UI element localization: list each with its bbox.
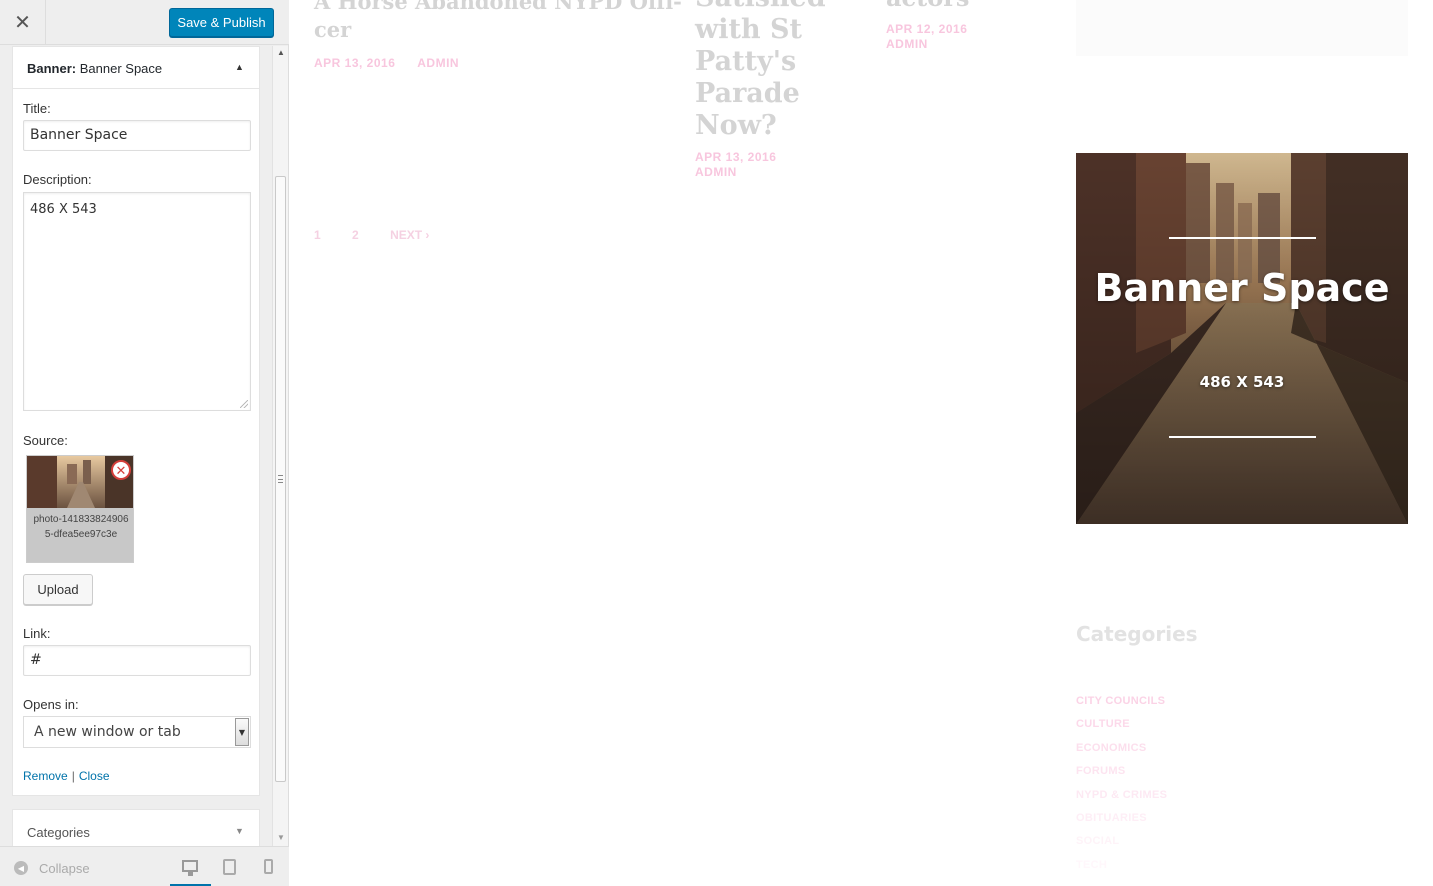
mobile-preview-icon[interactable] xyxy=(264,859,273,874)
sidebar-widget-box xyxy=(1076,0,1408,56)
banner-widget[interactable]: Banner Space 486 X 543 xyxy=(1076,153,1408,524)
post-title-line: Now? xyxy=(695,110,777,141)
widget-header[interactable]: Banner: Banner Space ▲ xyxy=(13,47,259,89)
upload-button[interactable]: Upload xyxy=(23,574,93,605)
expand-arrow-icon[interactable]: ▼ xyxy=(235,826,244,836)
source-filename: photo-1418338249065-dfea5ee97c3e xyxy=(33,514,129,540)
page-1-link[interactable]: 1 xyxy=(314,228,321,242)
scrollbar-thumb[interactable] xyxy=(275,176,286,782)
opens-in-label: Opens in: xyxy=(23,697,79,712)
post-meta: APR 12, 2016 ADMIN xyxy=(886,22,967,52)
category-link[interactable]: SOCIAL xyxy=(1076,830,1167,853)
categories-widget-header[interactable]: Categories ▼ xyxy=(12,809,260,846)
post-title[interactable]: Satisfied with St Patty's Parade Now? xyxy=(695,0,826,142)
sidebar-scroll-area: Banner: Banner Space ▲ Title: Banner Spa… xyxy=(0,46,272,846)
post-title-line: actors xyxy=(886,0,969,12)
post-date[interactable]: APR 13, 2016 xyxy=(695,150,776,165)
post-title-line: cer xyxy=(314,17,352,42)
post-meta: APR 13, 2016 ADMIN xyxy=(695,150,776,180)
category-link[interactable]: NYPD & CRIMES xyxy=(1076,784,1167,807)
collapse-arrow-icon[interactable]: ▲ xyxy=(235,62,244,72)
banner-subtitle: 486 X 543 xyxy=(1199,373,1285,391)
categories-list: CITY COUNCILS CULTURE ECONOMICS FORUMS N… xyxy=(1076,690,1167,877)
categories-heading: Categories xyxy=(1076,622,1198,646)
description-label: Description: xyxy=(23,172,92,187)
next-page-link[interactable]: NEXT › xyxy=(390,228,429,242)
widget-actions: Remove | Close xyxy=(23,769,110,783)
category-link[interactable]: FORUMS xyxy=(1076,760,1167,783)
banner-divider-bottom xyxy=(1169,436,1316,438)
category-link[interactable]: TECH xyxy=(1076,854,1167,877)
chevron-down-icon[interactable]: ▼ xyxy=(235,718,249,746)
banner-title: Banner Space xyxy=(1094,266,1390,310)
description-textarea[interactable]: 486 X 543 xyxy=(23,192,251,411)
widget-type-label: Banner: xyxy=(27,61,77,76)
title-label: Title: xyxy=(23,101,51,116)
close-widget-link[interactable]: Close xyxy=(79,769,110,783)
collapse-button[interactable]: Collapse xyxy=(39,861,90,876)
separator: | xyxy=(71,769,75,783)
category-link[interactable]: CITY COUNCILS xyxy=(1076,690,1167,713)
desktop-preview-icon[interactable] xyxy=(182,860,198,876)
post-meta: APR 13, 2016 ADMIN xyxy=(314,56,459,70)
post-title[interactable]: A Horse Abandoned NYPD Offi- cer xyxy=(314,0,682,44)
scroll-up-arrow-icon[interactable]: ▲ xyxy=(277,48,285,57)
post-date[interactable]: APR 13, 2016 xyxy=(314,56,395,70)
save-publish-button[interactable]: Save & Publish xyxy=(169,8,274,37)
widget-name-label: Banner Space xyxy=(79,61,163,76)
customizer-sidebar: ✕ Save & Publish Banner: Banner Space ▲ … xyxy=(0,0,289,886)
link-label: Link: xyxy=(23,626,51,641)
widget-title: Banner: Banner Space xyxy=(27,61,162,76)
scroll-down-arrow-icon[interactable]: ▼ xyxy=(277,833,285,842)
sidebar-footer: ◀ Collapse xyxy=(0,846,289,886)
source-image-thumbnail[interactable]: photo-1418338249065-dfea5ee97c3e ✕ xyxy=(26,455,134,563)
resize-handle-icon[interactable] xyxy=(240,400,248,408)
category-link[interactable]: OBITUARIES xyxy=(1076,807,1167,830)
sidebar-header: ✕ Save & Publish xyxy=(0,0,289,45)
scroll-grip-icon xyxy=(278,475,283,483)
close-customizer-button[interactable]: ✕ xyxy=(0,0,46,45)
opens-in-value: A new window or tab xyxy=(34,724,181,740)
page-2-link[interactable]: 2 xyxy=(352,228,359,242)
post-author[interactable]: ADMIN xyxy=(695,165,776,180)
post-title-line: A Horse Abandoned NYPD Offi- xyxy=(314,0,682,14)
post-date[interactable]: APR 12, 2016 xyxy=(886,22,967,37)
sidebar-scrollbar[interactable]: ▲ ▼ xyxy=(272,46,288,846)
category-link[interactable]: ECONOMICS xyxy=(1076,737,1167,760)
description-text: 486 X 543 xyxy=(30,202,97,217)
source-label: Source: xyxy=(23,433,68,448)
banner-widget-panel: Banner: Banner Space ▲ Title: Banner Spa… xyxy=(12,46,260,796)
post-title[interactable]: actors xyxy=(886,0,969,12)
banner-divider-top xyxy=(1169,237,1316,239)
post-title-line: Satisfied xyxy=(695,0,826,14)
close-icon: ✕ xyxy=(14,12,31,34)
post-title-line: with St xyxy=(695,14,802,45)
opens-in-select[interactable]: A new window or tab ▼ xyxy=(23,716,251,748)
title-field[interactable]: Banner Space xyxy=(23,120,251,151)
post-author[interactable]: ADMIN xyxy=(417,56,459,70)
tablet-preview-icon[interactable] xyxy=(223,859,236,875)
collapse-icon[interactable]: ◀ xyxy=(14,861,28,875)
categories-widget-label: Categories xyxy=(27,825,90,840)
pagination: 1 2 NEXT › xyxy=(314,228,457,242)
post-title-line: Parade xyxy=(695,78,800,109)
category-link[interactable]: CULTURE xyxy=(1076,713,1167,736)
banner-background-photo xyxy=(1076,153,1408,524)
post-title-line: Patty's xyxy=(695,46,797,77)
post-author[interactable]: ADMIN xyxy=(886,37,967,52)
link-field[interactable]: # xyxy=(23,645,251,676)
site-preview: A Horse Abandoned NYPD Offi- cer APR 13,… xyxy=(289,0,1433,886)
remove-widget-link[interactable]: Remove xyxy=(23,769,68,783)
remove-image-icon[interactable]: ✕ xyxy=(111,460,131,480)
